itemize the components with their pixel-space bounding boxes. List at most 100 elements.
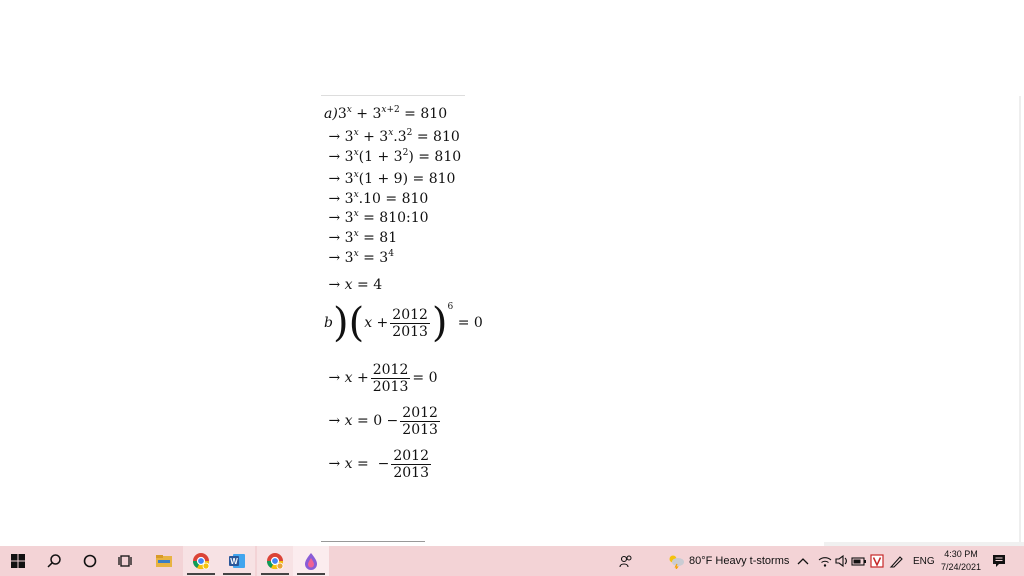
cortana-icon	[83, 554, 97, 568]
show-hidden-icons-button[interactable]	[797, 546, 809, 576]
base: 3	[337, 106, 347, 122]
base: 3	[344, 191, 354, 207]
clock[interactable]: 4:30 PM 7/24/2021	[936, 548, 986, 574]
chevron-up-icon	[797, 558, 809, 565]
value: 10	[363, 191, 381, 207]
base: 3	[344, 250, 354, 266]
eq-a-1: a)3x + 3x+2 = 810	[324, 105, 448, 123]
volume-button[interactable]	[834, 546, 850, 576]
chrome-icon	[192, 553, 210, 570]
base: 3	[344, 171, 354, 187]
arrow: →	[328, 456, 341, 472]
arrow: →	[328, 277, 341, 293]
value: 810	[434, 149, 462, 165]
exp: 2	[394, 105, 400, 115]
base: 3	[344, 230, 354, 246]
clock-date: 7/24/2021	[940, 562, 982, 572]
notifications-button[interactable]	[991, 546, 1007, 576]
taskbar-app-chrome-profile[interactable]	[257, 546, 293, 576]
denominator: 2013	[390, 322, 430, 340]
value: 10	[410, 210, 429, 226]
fraction: 2012 2013	[400, 405, 440, 438]
numerator: 2012	[402, 404, 438, 421]
eq-a-4: → 3x(1 + 9) = 810	[328, 170, 456, 188]
arrow: →	[328, 149, 341, 165]
network-button[interactable]	[817, 546, 833, 576]
value: 810	[401, 191, 429, 207]
arrow: →	[328, 370, 341, 386]
value: 0	[373, 413, 383, 429]
denominator: 2013	[400, 420, 440, 438]
taskbar-app-chrome[interactable]	[183, 546, 219, 576]
taskbar-app-file-explorer[interactable]	[146, 546, 182, 576]
arrow: →	[328, 210, 341, 226]
fraction: 2012 2013	[391, 448, 431, 481]
pen-button[interactable]	[889, 546, 905, 576]
start-button[interactable]	[0, 546, 36, 576]
eq-a-9: → x = 4	[328, 277, 383, 293]
battery-button[interactable]	[851, 546, 867, 576]
search-button[interactable]	[36, 546, 72, 576]
numerator: 2012	[372, 361, 409, 378]
arrow: →	[328, 171, 341, 187]
task-view-icon	[118, 555, 132, 567]
language-indicator[interactable]: ENG	[913, 546, 935, 576]
value: 1	[364, 171, 374, 187]
exp: 6	[447, 302, 454, 312]
running-indicator	[187, 573, 215, 575]
weather-storm-icon	[669, 555, 684, 569]
people-icon	[619, 555, 632, 568]
arrow: →	[328, 230, 341, 246]
search-icon	[47, 554, 61, 568]
fraction: 2012 2013	[370, 361, 411, 395]
eq-a-6: → 3x = 810:10	[328, 209, 429, 227]
arrow: →	[328, 413, 341, 429]
part-a-label: a)	[324, 106, 338, 122]
numerator: 2012	[393, 447, 429, 464]
exp: 2	[406, 128, 413, 138]
eq-b-1: b)(x +2012 2013)6 = 0	[324, 300, 483, 346]
value: 81	[379, 230, 398, 246]
antivirus-button[interactable]	[870, 546, 884, 576]
fraction: 2012 2013	[390, 307, 430, 340]
pen-icon	[889, 556, 903, 568]
clock-time: 4:30 PM	[944, 549, 978, 559]
value: 810	[433, 129, 460, 145]
word-icon: W	[229, 554, 245, 568]
eq-b-2: → x +2012 2013 = 0	[328, 361, 438, 395]
value: 1	[364, 149, 374, 165]
value: 810	[379, 210, 407, 226]
eq-a-7: → 3x = 81	[328, 229, 398, 247]
math-top-border	[321, 95, 465, 96]
shield-v-icon	[870, 554, 884, 568]
page-bottom-border	[321, 541, 425, 542]
base: 3	[344, 210, 354, 226]
base: 3	[397, 129, 407, 145]
value: 810	[428, 171, 456, 187]
value: 9	[393, 171, 403, 187]
people-button[interactable]	[618, 546, 634, 576]
eq-b-4: → x = −2012 2013	[328, 447, 431, 481]
base: 3	[393, 149, 403, 165]
taskbar-app-word[interactable]: W	[219, 546, 255, 576]
part-b-label: b	[324, 315, 333, 331]
denominator: 2013	[370, 377, 411, 395]
task-view-button[interactable]	[108, 546, 144, 576]
base: 3	[379, 250, 389, 266]
cortana-button[interactable]	[72, 546, 108, 576]
exp: 2	[402, 148, 409, 158]
base: 3	[344, 149, 354, 165]
weather-widget[interactable]: 80°F Heavy t-storms	[667, 546, 789, 576]
base: 3	[344, 129, 354, 145]
eq-a-8: → 3x = 34	[328, 249, 394, 267]
value: 0	[473, 315, 483, 331]
value: 0	[428, 370, 438, 386]
weather-text: 80°F Heavy t-storms	[689, 555, 790, 567]
running-indicator	[297, 573, 325, 575]
paint-icon	[305, 553, 317, 570]
eq-a-2: → 3x + 3x.32 = 810	[328, 128, 460, 146]
taskbar: W 80°F Heavy t-storms ENG 4:30 PM 7/24/2…	[0, 546, 1024, 576]
taskbar-app-paint[interactable]	[293, 546, 329, 576]
running-indicator	[223, 573, 251, 575]
svg-text:W: W	[230, 557, 238, 566]
